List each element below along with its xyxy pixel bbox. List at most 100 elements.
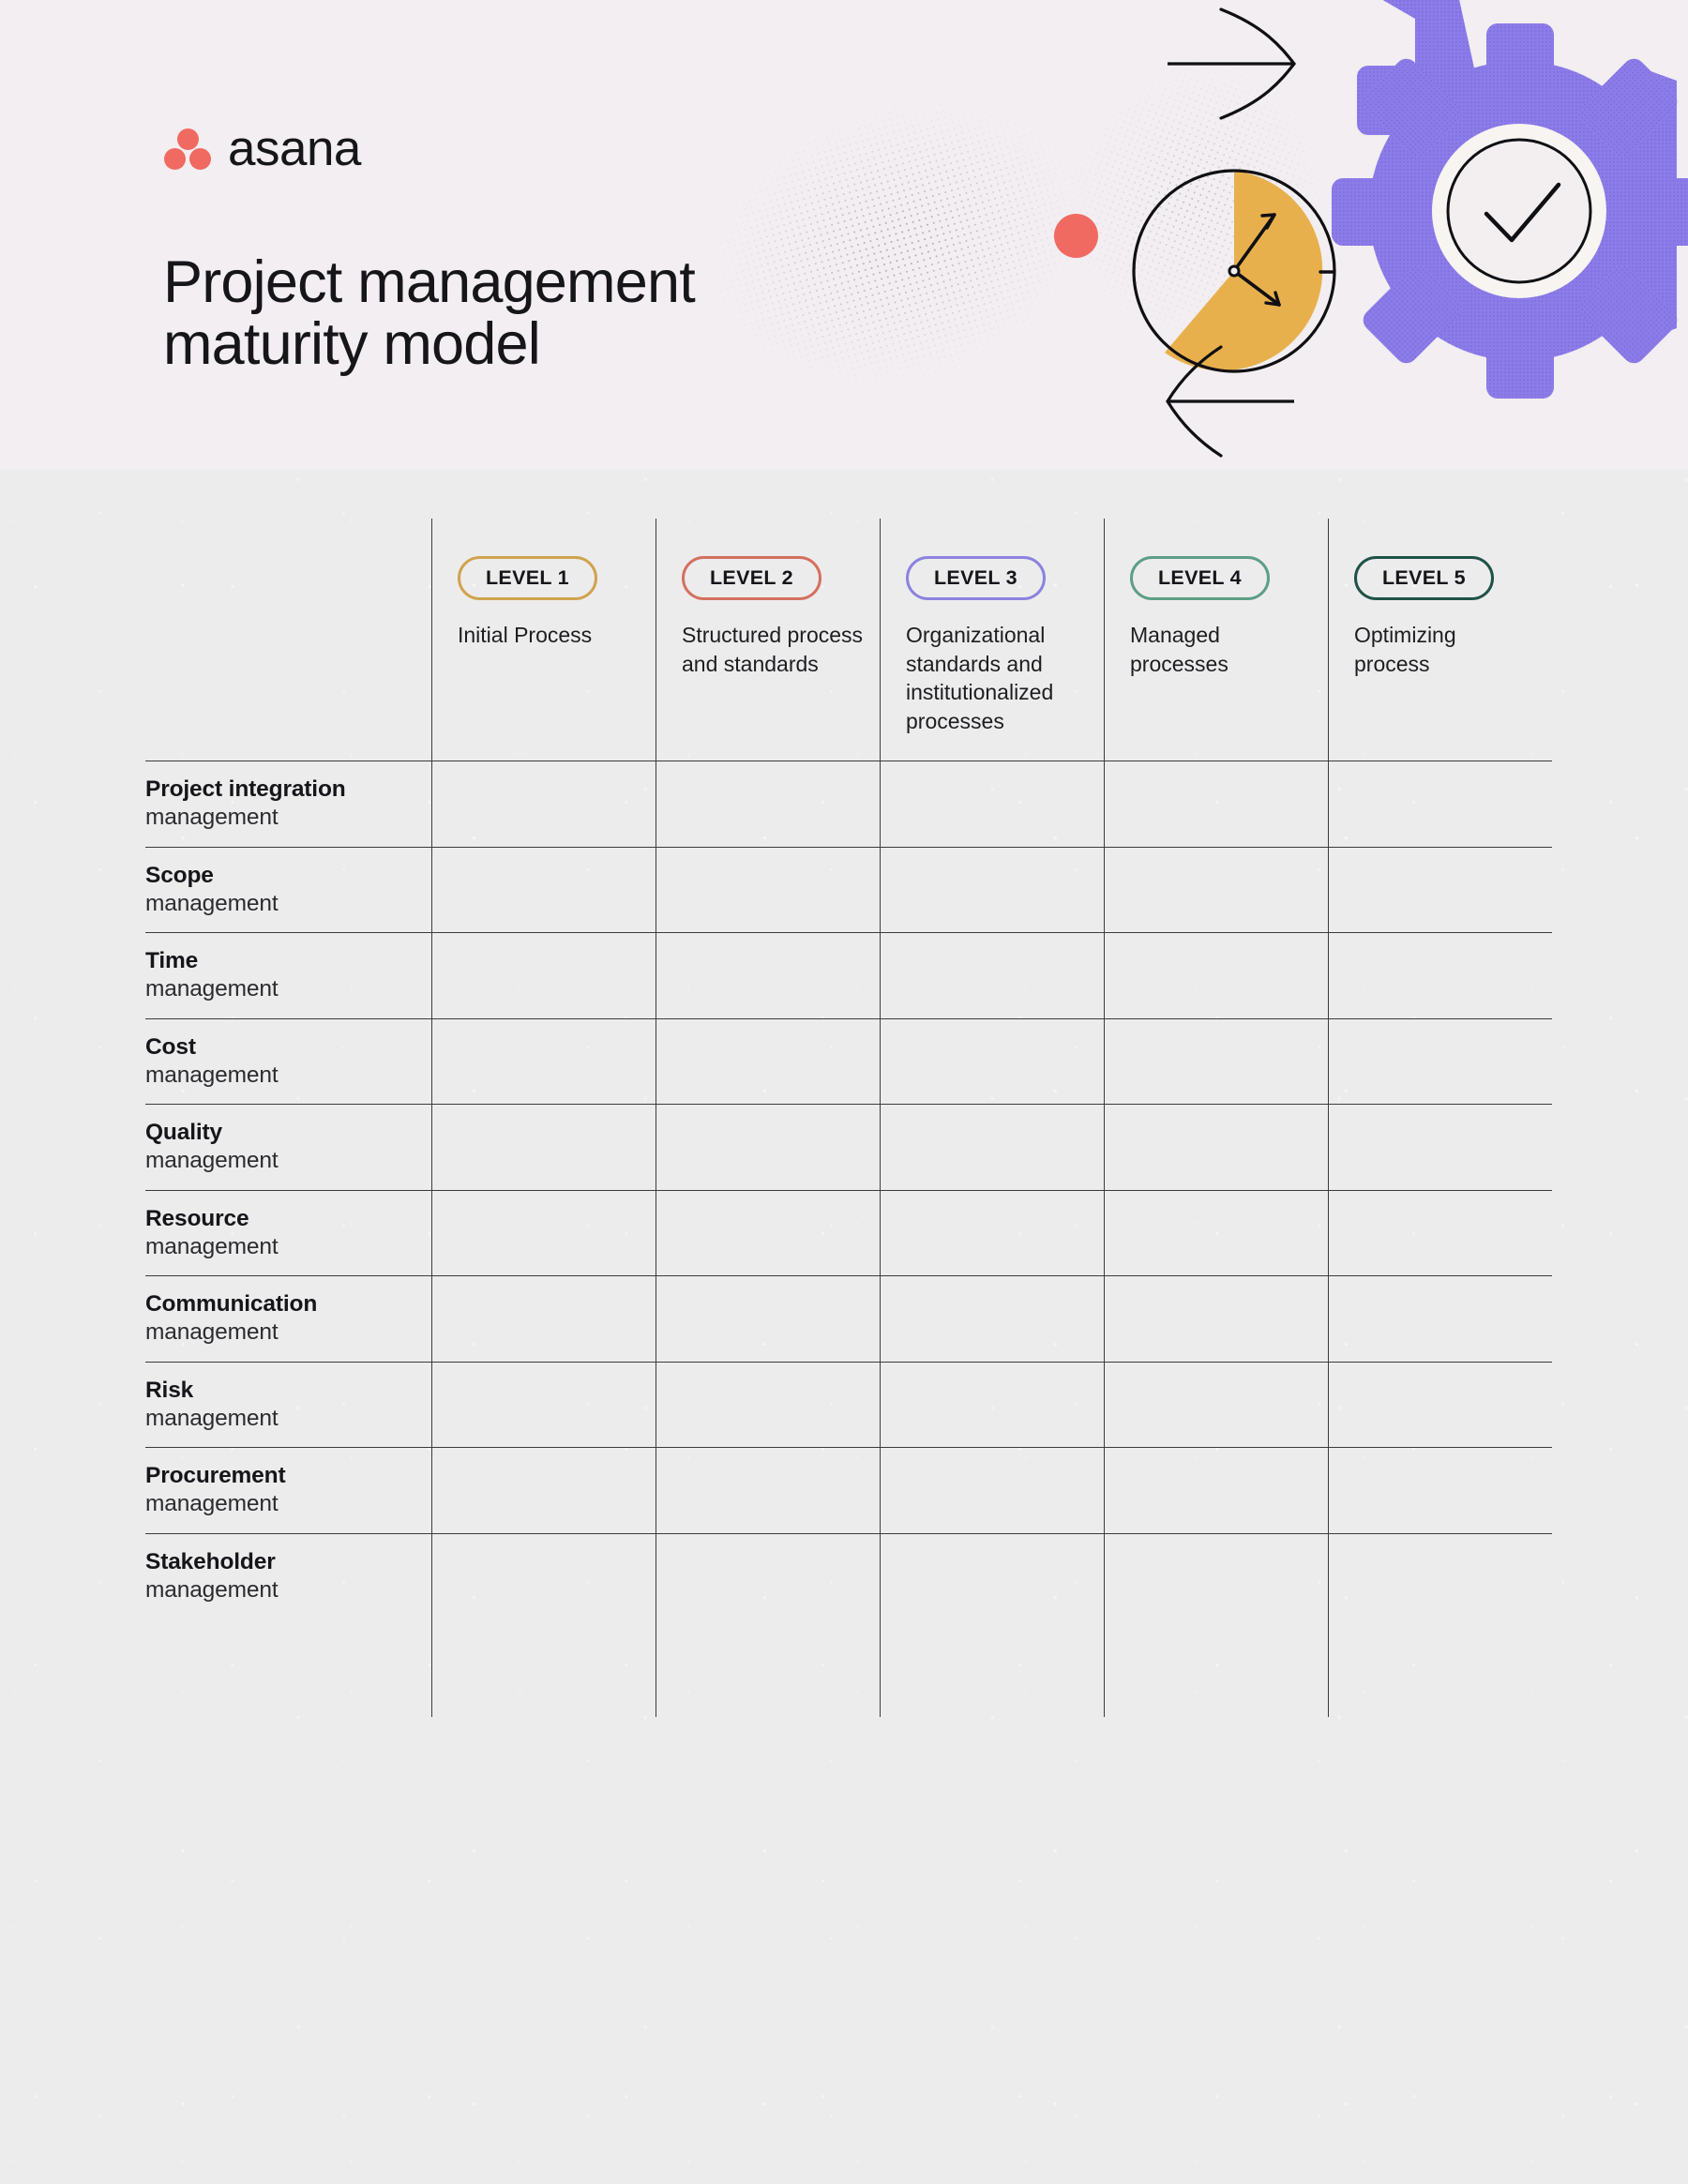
- table-cell[interactable]: [1329, 932, 1552, 1018]
- table-cell[interactable]: [881, 1447, 1104, 1533]
- level-badge-4[interactable]: LEVEL 4: [1130, 556, 1270, 600]
- table-cell[interactable]: [432, 846, 656, 933]
- level-header-1: LEVEL 1 Initial Process: [432, 519, 656, 761]
- level-badge-1[interactable]: LEVEL 1: [458, 556, 597, 600]
- level-column-2: LEVEL 2 Structured process and standards: [656, 519, 880, 1717]
- level-column-1: LEVEL 1 Initial Process: [431, 519, 656, 1717]
- table-cell[interactable]: [432, 932, 656, 1018]
- row-label-column-header: [145, 519, 431, 761]
- row-subtitle: management: [145, 976, 279, 1002]
- level-badge-3[interactable]: LEVEL 3: [906, 556, 1046, 600]
- table-cell[interactable]: [1329, 1104, 1552, 1190]
- table-cell[interactable]: [1329, 846, 1552, 933]
- row-subtitle: management: [145, 805, 279, 831]
- level-header-4: LEVEL 4 Managed processes: [1105, 519, 1328, 761]
- table-cell[interactable]: [881, 1104, 1104, 1190]
- red-dot-icon: [1054, 214, 1098, 258]
- level-column-3: LEVEL 3 Organizational standards and ins…: [880, 519, 1104, 1717]
- table-cell[interactable]: [656, 1189, 880, 1276]
- row-subtitle: management: [145, 1062, 279, 1088]
- gear-icon: [1332, 0, 1688, 399]
- level-header-5: LEVEL 5 Optimizing process: [1329, 519, 1552, 761]
- table-cell[interactable]: [432, 1532, 656, 1619]
- table-cell[interactable]: [881, 1189, 1104, 1276]
- table-cell[interactable]: [432, 1017, 656, 1105]
- table-cell[interactable]: [1105, 846, 1328, 933]
- table-cell[interactable]: [1329, 1275, 1552, 1362]
- table-cell[interactable]: [1105, 761, 1328, 847]
- table-cell[interactable]: [432, 1361, 656, 1448]
- table-cell[interactable]: [1105, 1532, 1328, 1619]
- level-column-5: LEVEL 5 Optimizing process: [1328, 519, 1552, 1717]
- level-description-5: Optimizing process: [1354, 623, 1456, 676]
- table-cell[interactable]: [881, 1275, 1104, 1362]
- table-cell[interactable]: [881, 846, 1104, 933]
- table-cell[interactable]: [1105, 1017, 1328, 1105]
- table-row: Procurement management: [145, 1447, 431, 1533]
- level-badge-5[interactable]: LEVEL 5: [1354, 556, 1494, 600]
- table-row: Risk management: [145, 1361, 431, 1448]
- asana-logo: asana: [164, 124, 361, 173]
- level-description-4: Managed processes: [1130, 623, 1228, 676]
- clock-pie-icon: [1132, 169, 1336, 373]
- table-row: Resource management: [145, 1189, 431, 1276]
- row-title: Risk: [145, 1377, 194, 1403]
- row-subtitle: management: [145, 1405, 279, 1431]
- table-cell[interactable]: [656, 1017, 880, 1105]
- table-row: Scope management: [145, 846, 431, 933]
- table-cell[interactable]: [1105, 932, 1328, 1018]
- table-cell[interactable]: [656, 1275, 880, 1362]
- table-cell[interactable]: [432, 1104, 656, 1190]
- table-cell[interactable]: [656, 846, 880, 933]
- table-row: Time management: [145, 932, 431, 1018]
- table-cell[interactable]: [1329, 1447, 1552, 1533]
- header-band: asana Project management maturity model: [0, 0, 1688, 469]
- table-cell[interactable]: [432, 1275, 656, 1362]
- row-title: Scope: [145, 862, 214, 888]
- table-cell[interactable]: [1105, 1104, 1328, 1190]
- table-cell[interactable]: [656, 1104, 880, 1190]
- row-subtitle: management: [145, 1233, 279, 1259]
- table-cell[interactable]: [1329, 761, 1552, 847]
- table-cell[interactable]: [1105, 1189, 1328, 1276]
- level-header-3: LEVEL 3 Organizational standards and ins…: [881, 519, 1104, 761]
- table-cell[interactable]: [432, 1189, 656, 1276]
- table-cell[interactable]: [1329, 1189, 1552, 1276]
- row-subtitle: management: [145, 1576, 279, 1603]
- table-cell[interactable]: [1105, 1447, 1328, 1533]
- table-row: Stakeholder management: [145, 1532, 431, 1619]
- table-cell[interactable]: [432, 761, 656, 847]
- level-header-2: LEVEL 2 Structured process and standards: [656, 519, 880, 761]
- table-cell[interactable]: [656, 761, 880, 847]
- row-title: Quality: [145, 1120, 222, 1146]
- row-title: Cost: [145, 1033, 196, 1060]
- row-title: Communication: [145, 1291, 318, 1318]
- table-cell[interactable]: [1105, 1275, 1328, 1362]
- table-cell[interactable]: [656, 1361, 880, 1448]
- row-title: Resource: [145, 1205, 249, 1231]
- maturity-model-page: asana Project management maturity model: [0, 0, 1688, 2184]
- table-cell[interactable]: [881, 1361, 1104, 1448]
- table-cell[interactable]: [881, 761, 1104, 847]
- table-cell[interactable]: [881, 1017, 1104, 1105]
- table-cell[interactable]: [656, 932, 880, 1018]
- row-title: Procurement: [145, 1463, 286, 1489]
- table-cell[interactable]: [432, 1447, 656, 1533]
- row-label-column: Project integration management Scope man…: [145, 519, 431, 1717]
- table-cell[interactable]: [1329, 1017, 1552, 1105]
- table-cell[interactable]: [1329, 1361, 1552, 1448]
- row-subtitle: management: [145, 1319, 279, 1346]
- table-cell[interactable]: [1105, 1361, 1328, 1448]
- brand-name: asana: [228, 121, 361, 176]
- row-title: Project integration: [145, 776, 346, 803]
- table-cell[interactable]: [656, 1532, 880, 1619]
- row-subtitle: management: [145, 1491, 279, 1517]
- table-cell[interactable]: [656, 1447, 880, 1533]
- table-cell[interactable]: [881, 932, 1104, 1018]
- row-title: Stakeholder: [145, 1548, 276, 1574]
- table-cell[interactable]: [1329, 1532, 1552, 1619]
- level-badge-2[interactable]: LEVEL 2: [682, 556, 821, 600]
- row-title: Time: [145, 948, 199, 974]
- table-cell[interactable]: [881, 1532, 1104, 1619]
- level-description-1: Initial Process: [458, 623, 593, 647]
